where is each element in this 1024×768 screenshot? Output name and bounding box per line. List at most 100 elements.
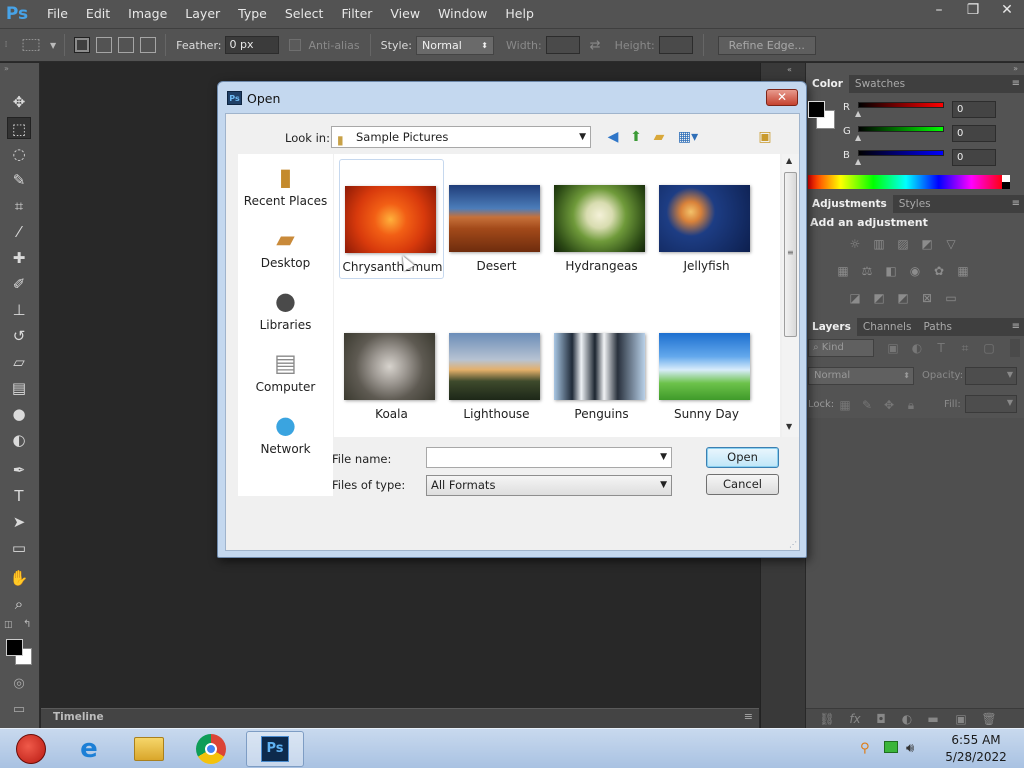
place-libraries[interactable]: ● Libraries [238,286,333,332]
place-network[interactable]: ● Network [238,410,333,456]
blend-mode-select[interactable]: Normal ⬍ [808,367,914,385]
marquee-preset-icon[interactable] [22,39,40,51]
taskbar-internet-explorer[interactable]: e [62,731,116,767]
view-menu-icon[interactable]: ▦▾ [675,128,701,146]
zoom-tool-icon[interactable]: ⌕ [7,593,31,615]
files-of-type-select[interactable]: All Formats ▼ [426,475,672,496]
shape-filter-icon[interactable]: ⌗ [956,341,974,355]
adjustment-filter-icon[interactable]: ◐ [908,341,926,355]
panel-menu-icon[interactable]: ≡ [1012,318,1020,336]
add-mask-icon[interactable]: ◘ [872,712,890,726]
gradient-tool-icon[interactable]: ▤ [7,377,31,399]
menu-window[interactable]: Window [429,0,496,28]
opacity-input[interactable]: ▼ [965,367,1017,385]
exposure-icon[interactable]: ◩ [918,237,936,251]
height-input[interactable] [658,36,693,54]
new-folder-icon[interactable]: ▰ [650,128,668,146]
collapse-panel-icon[interactable]: » [4,64,9,73]
move-tool-icon[interactable]: ✥ [7,91,31,113]
posterize-icon[interactable]: ◩ [870,291,888,305]
up-folder-icon[interactable]: ⬆ [627,128,645,146]
preset-dropdown-icon[interactable]: ▼ [50,41,56,50]
delete-layer-icon[interactable]: 🗑︎ [980,712,998,726]
back-icon[interactable]: ◀ [604,128,622,146]
tab-paths[interactable]: Paths [917,318,958,336]
width-input[interactable] [545,36,580,54]
filter-toggle[interactable] [1010,339,1020,357]
minimize-button[interactable]: – [922,0,956,22]
file-item-penguins[interactable]: Penguins [549,307,654,427]
color-lookup-icon[interactable]: ▦ [954,264,972,278]
vibrance-icon[interactable]: ▽ [942,237,960,251]
type-tool-icon[interactable]: T [7,485,31,507]
place-computer[interactable]: ▤ Computer [238,348,333,394]
menu-layer[interactable]: Layer [176,0,229,28]
r-value-input[interactable]: 0 [952,101,996,118]
menu-filter[interactable]: Filter [332,0,381,28]
pen-tool-icon[interactable]: ✒ [7,459,31,481]
black-white-icon[interactable]: ◧ [882,264,900,278]
lock-pixels-icon[interactable]: ✎ [858,398,876,412]
tab-channels[interactable]: Channels [857,318,918,336]
panel-menu-icon[interactable]: ≡ [744,710,753,723]
taskbar-clock[interactable]: 6:55 AM 5/28/2022 [936,732,1016,766]
taskbar-angry-birds[interactable] [4,731,58,767]
close-button[interactable]: ✕ [990,0,1024,22]
subtract-from-selection-icon[interactable] [118,37,135,53]
scroll-down-icon[interactable]: ▼ [786,422,792,431]
brightness-contrast-icon[interactable]: ☼ [846,237,864,251]
quick-selection-tool-icon[interactable]: ✎ [7,169,31,191]
b-slider[interactable] [858,150,944,156]
path-selection-tool-icon[interactable]: ➤ [7,511,31,533]
menu-view[interactable]: View [381,0,429,28]
style-select[interactable]: Normal ⬍ [416,35,494,55]
swap-colors-icon[interactable]: ↰ [23,619,31,630]
fill-input[interactable]: ▼ [965,395,1017,413]
lock-all-icon[interactable]: 🔒︎ [902,398,920,412]
color-balance-icon[interactable]: ⚖ [858,264,876,278]
file-item-hydrangeas[interactable]: Hydrangeas [549,159,654,279]
history-brush-tool-icon[interactable]: ↺ [7,325,31,347]
place-recent-places[interactable]: ▮ Recent Places [238,162,333,208]
pixel-filter-icon[interactable]: ▣ [884,341,902,355]
file-name-input[interactable]: ▼ [426,447,672,468]
refine-edge-button[interactable]: Refine Edge... [717,35,816,55]
new-layer-icon[interactable]: ▣ [952,712,970,726]
g-value-input[interactable]: 0 [952,125,996,142]
dodge-tool-icon[interactable]: ◐ [7,429,31,451]
resize-grip-icon[interactable]: ⋰ [789,540,797,549]
threshold-icon[interactable]: ◩ [894,291,912,305]
crop-tool-icon[interactable]: ⌗ [7,195,31,217]
link-layers-icon[interactable]: ⛓ [818,712,836,726]
bridge-folder-icon[interactable]: ▣ [756,128,774,146]
slider-handle-icon[interactable]: ▲ [855,109,861,118]
smart-object-filter-icon[interactable]: ▢ [980,341,998,355]
white-swatch[interactable] [1002,175,1010,182]
collapse-dock-icon[interactable]: » [1013,64,1018,73]
lock-position-icon[interactable]: ✥ [880,398,898,412]
file-item-desert[interactable]: Desert [444,159,549,279]
chevron-down-icon[interactable]: ▼ [660,448,667,467]
quick-mask-icon[interactable]: ◎ [7,673,31,695]
expand-panels-icon[interactable]: « [787,65,792,74]
layer-style-icon[interactable]: fx [846,712,864,726]
file-item-chrysanthemum[interactable]: Chrysanthemum [339,159,444,279]
lock-transparent-icon[interactable]: ▦ [836,398,854,412]
hue-saturation-icon[interactable]: ▦ [834,264,852,278]
dialog-close-button[interactable]: ✕ [766,89,798,106]
tab-layers[interactable]: Layers [806,318,857,336]
clone-stamp-tool-icon[interactable]: ⊥ [7,299,31,321]
swap-dimensions-icon[interactable]: ⇄ [590,38,601,53]
curves-icon[interactable]: ▨ [894,237,912,251]
search-tray-icon[interactable]: ⚲ [860,741,870,756]
panel-menu-icon[interactable]: ≡ [1012,75,1020,93]
tab-styles[interactable]: Styles [893,195,937,213]
cancel-button[interactable]: Cancel [706,474,779,495]
color-spectrum-bar[interactable] [808,175,1004,189]
type-filter-icon[interactable]: T [932,341,950,355]
channel-mixer-icon[interactable]: ✿ [930,264,948,278]
scroll-up-icon[interactable]: ▲ [786,156,792,165]
volume-icon[interactable]: 🔊︎ [906,741,914,756]
file-item-sunny-day[interactable]: Sunny Day [654,307,759,427]
menu-edit[interactable]: Edit [77,0,119,28]
